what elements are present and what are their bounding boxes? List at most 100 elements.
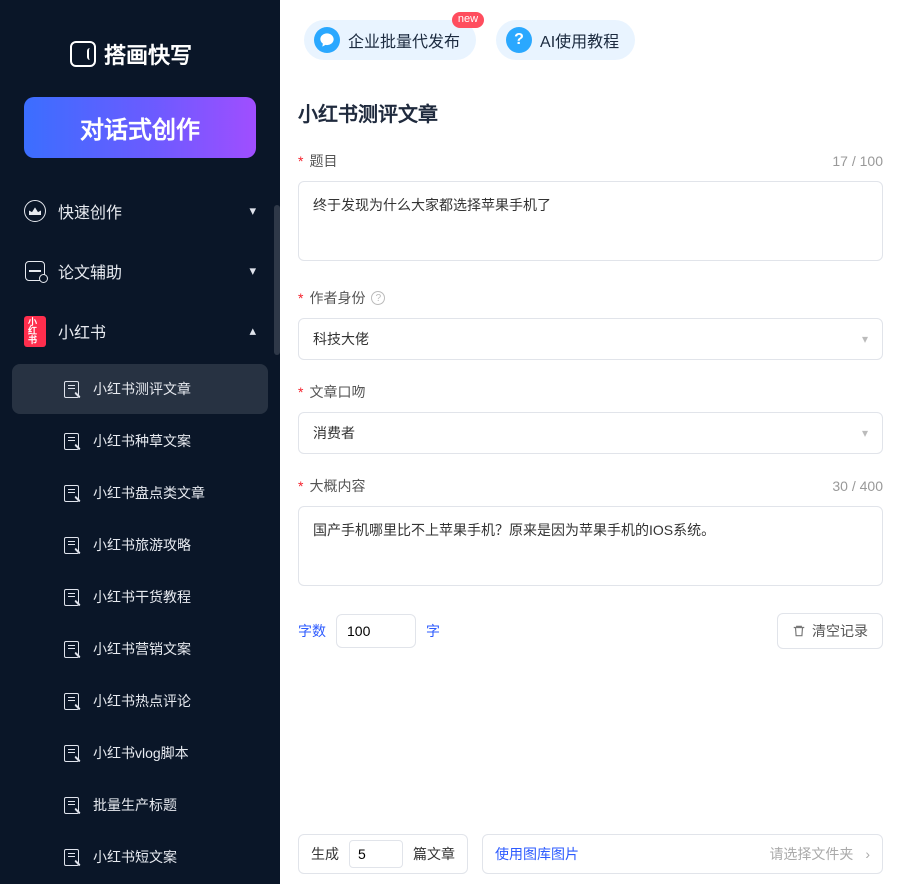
nav-group-xiaohongshu[interactable]: 小红书 小红书 ▴ bbox=[0, 304, 280, 358]
chevron-down-icon: ▾ bbox=[862, 332, 868, 346]
clear-history-button[interactable]: 清空记录 bbox=[777, 613, 883, 649]
tone-select[interactable]: 消费者 ▾ bbox=[298, 412, 883, 454]
xhs-sublist: 小红书测评文章 小红书种草文案 小红书盘点类文章 小红书旅游攻略 小红书干货教程… bbox=[0, 358, 280, 882]
help-icon[interactable]: ? bbox=[371, 291, 385, 305]
field-label-row: * 作者身份 ? bbox=[298, 288, 883, 308]
sidebar-item-label: 批量生产标题 bbox=[93, 795, 177, 815]
chevron-down-icon: ▾ bbox=[249, 203, 256, 219]
pill-label: AI使用教程 bbox=[540, 28, 619, 52]
row-actions: 字数 字 清空记录 bbox=[298, 613, 883, 649]
sidebar-item-label: 小红书测评文章 bbox=[93, 379, 191, 399]
field-summary: * 大概内容 30 / 400 bbox=[298, 476, 883, 591]
ai-tutorial-pill[interactable]: ? AI使用教程 bbox=[496, 20, 635, 60]
box-icon bbox=[24, 260, 46, 282]
xhs-badge-icon: 小红书 bbox=[24, 320, 46, 342]
sidebar-item-label: 小红书种草文案 bbox=[93, 431, 191, 451]
required-star: * bbox=[298, 478, 303, 494]
folder-placeholder: 请选择文件夹 bbox=[769, 846, 853, 862]
chevron-down-icon: ▾ bbox=[862, 426, 868, 440]
sidebar-item-seeding-copy[interactable]: 小红书种草文案 bbox=[12, 416, 268, 466]
doc-edit-icon bbox=[64, 433, 79, 450]
brand-logo: 搭画快写 bbox=[0, 0, 280, 79]
summary-textarea[interactable] bbox=[298, 506, 883, 586]
generate-prefix: 生成 bbox=[311, 844, 339, 864]
select-value: 科技大佬 bbox=[313, 329, 369, 349]
new-badge: new bbox=[452, 12, 484, 28]
sidebar-item-label: 小红书干货教程 bbox=[93, 587, 191, 607]
generate-suffix: 篇文章 bbox=[413, 844, 455, 864]
nav-group-label: 小红书 bbox=[58, 319, 106, 343]
field-label: 作者身份 bbox=[309, 288, 365, 308]
sidebar-item-vlog-script[interactable]: 小红书vlog脚本 bbox=[12, 728, 268, 778]
doc-edit-icon bbox=[64, 745, 79, 762]
enterprise-publish-pill[interactable]: 企业批量代发布 new bbox=[304, 20, 476, 60]
required-star: * bbox=[298, 384, 303, 400]
wordcount-input[interactable] bbox=[336, 614, 416, 648]
doc-edit-icon bbox=[64, 797, 79, 814]
field-label-row: * 题目 17 / 100 bbox=[298, 151, 883, 171]
sidebar-item-label: 小红书vlog脚本 bbox=[93, 743, 189, 763]
sidebar-item-review-article[interactable]: 小红书测评文章 bbox=[12, 364, 268, 414]
nav-group-label: 论文辅助 bbox=[58, 259, 122, 283]
char-counter: 17 / 100 bbox=[832, 153, 883, 169]
doc-edit-icon bbox=[64, 849, 79, 866]
nav-group-quick-create[interactable]: 快速创作 ▾ bbox=[0, 184, 280, 238]
generate-count-box: 生成 篇文章 bbox=[298, 834, 468, 874]
doc-edit-icon bbox=[64, 589, 79, 606]
chat-bubble-icon bbox=[314, 27, 340, 53]
sidebar: 搭画快写 对话式创作 快速创作 ▾ 论文辅助 ▾ 小红书 小红书 ▴ 小红书测评… bbox=[0, 0, 280, 884]
xhs-badge-text: 小红书 bbox=[24, 316, 46, 347]
sidebar-item-hot-comments[interactable]: 小红书热点评论 bbox=[12, 676, 268, 726]
image-folder-select[interactable]: 使用图库图片 请选择文件夹 › bbox=[482, 834, 883, 874]
field-topic: * 题目 17 / 100 bbox=[298, 151, 883, 266]
sidebar-item-label: 小红书热点评论 bbox=[93, 691, 191, 711]
sidebar-item-label: 小红书短文案 bbox=[93, 847, 177, 867]
field-tone: * 文章口吻 消费者 ▾ bbox=[298, 382, 883, 454]
folder-label: 使用图库图片 bbox=[495, 844, 579, 864]
chevron-right-icon: › bbox=[865, 846, 870, 862]
cta-label: 对话式创作 bbox=[80, 110, 200, 145]
topic-textarea[interactable] bbox=[298, 181, 883, 261]
sidebar-item-label: 小红书旅游攻略 bbox=[93, 535, 191, 555]
topbar: 企业批量代发布 new ? AI使用教程 bbox=[280, 0, 901, 80]
generate-count-input[interactable] bbox=[349, 840, 403, 868]
doc-edit-icon bbox=[64, 693, 79, 710]
author-select[interactable]: 科技大佬 ▾ bbox=[298, 318, 883, 360]
doc-edit-icon bbox=[64, 485, 79, 502]
field-label-row: * 大概内容 30 / 400 bbox=[298, 476, 883, 496]
main: 企业批量代发布 new ? AI使用教程 小红书测评文章 * 题目 17 / 1… bbox=[280, 0, 901, 884]
wordcount-label: 字数 bbox=[298, 621, 326, 641]
select-value: 消费者 bbox=[313, 423, 355, 443]
form-content: 小红书测评文章 * 题目 17 / 100 * 作者身份 ? 科技大佬 ▾ bbox=[280, 80, 901, 834]
brand-text: 搭画快写 bbox=[104, 38, 192, 70]
pill-label: 企业批量代发布 bbox=[348, 28, 460, 52]
doc-edit-icon bbox=[64, 641, 79, 658]
sidebar-nav: 快速创作 ▾ 论文辅助 ▾ 小红书 小红书 ▴ 小红书测评文章 小红书种草文案 bbox=[0, 178, 280, 884]
page-title: 小红书测评文章 bbox=[298, 98, 883, 127]
sidebar-item-batch-titles[interactable]: 批量生产标题 bbox=[12, 780, 268, 830]
char-counter: 30 / 400 bbox=[832, 478, 883, 494]
question-icon: ? bbox=[506, 27, 532, 53]
sidebar-item-travel-guide[interactable]: 小红书旅游攻略 bbox=[12, 520, 268, 570]
doc-edit-icon bbox=[64, 381, 79, 398]
sidebar-item-tutorial[interactable]: 小红书干货教程 bbox=[12, 572, 268, 622]
trash-icon bbox=[792, 624, 806, 638]
sidebar-item-label: 小红书营销文案 bbox=[93, 639, 191, 659]
nav-group-paper-assist[interactable]: 论文辅助 ▾ bbox=[0, 244, 280, 298]
nav-group-label: 快速创作 bbox=[58, 199, 122, 223]
field-author: * 作者身份 ? 科技大佬 ▾ bbox=[298, 288, 883, 360]
wordcount-suffix: 字 bbox=[426, 621, 440, 641]
field-label: 大概内容 bbox=[309, 476, 365, 496]
sidebar-item-short-copy[interactable]: 小红书短文案 bbox=[12, 832, 268, 882]
doc-edit-icon bbox=[64, 537, 79, 554]
required-star: * bbox=[298, 290, 303, 306]
field-label-row: * 文章口吻 bbox=[298, 382, 883, 402]
sidebar-item-marketing-copy[interactable]: 小红书营销文案 bbox=[12, 624, 268, 674]
sidebar-item-roundup-article[interactable]: 小红书盘点类文章 bbox=[12, 468, 268, 518]
chevron-up-icon: ▴ bbox=[249, 323, 256, 339]
bottom-bar: 生成 篇文章 使用图库图片 请选择文件夹 › bbox=[280, 834, 901, 884]
field-label: 题目 bbox=[309, 151, 337, 171]
crown-icon bbox=[24, 200, 46, 222]
brand-icon bbox=[70, 41, 96, 67]
conversational-create-button[interactable]: 对话式创作 bbox=[24, 97, 256, 158]
